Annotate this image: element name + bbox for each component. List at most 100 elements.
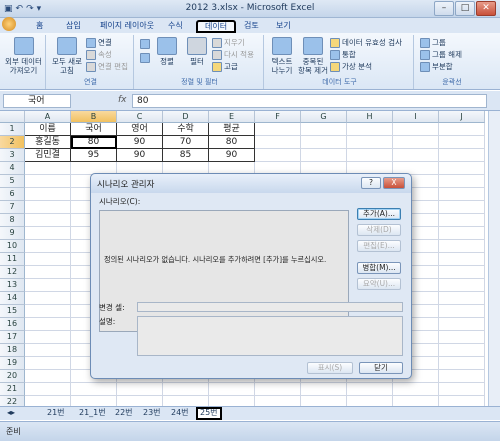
grid-cell[interactable] — [393, 136, 439, 149]
sheet-tab-21-1[interactable]: 21_1번 — [76, 407, 109, 420]
grid-cell[interactable] — [347, 123, 393, 136]
grid-cell[interactable] — [301, 383, 347, 396]
grid-cell[interactable] — [25, 162, 71, 175]
sort-desc-button[interactable] — [140, 53, 152, 63]
dialog-close-button[interactable]: X — [383, 177, 405, 189]
grid-cell[interactable] — [439, 318, 485, 331]
grid-cell[interactable] — [439, 305, 485, 318]
sheet-tab-23[interactable]: 23번 — [140, 407, 164, 420]
grid-cell[interactable] — [71, 396, 117, 406]
grid-cell[interactable] — [117, 396, 163, 406]
row-header[interactable]: 5 — [0, 175, 25, 188]
grid-cell[interactable]: 평균 — [209, 123, 255, 136]
grid-cell[interactable] — [439, 253, 485, 266]
column-header[interactable]: F — [255, 111, 301, 123]
row-header[interactable]: 11 — [0, 253, 25, 266]
grid-cell[interactable] — [393, 123, 439, 136]
grid-cell[interactable] — [25, 266, 71, 279]
grid-cell[interactable] — [71, 383, 117, 396]
grid-cell[interactable]: 국어 — [71, 123, 117, 136]
consolidate-button[interactable]: 통합 — [330, 50, 356, 60]
minimize-button[interactable]: – — [434, 1, 454, 16]
office-button[interactable] — [2, 17, 16, 31]
row-header[interactable]: 21 — [0, 383, 25, 396]
grid-cell[interactable] — [25, 240, 71, 253]
grid-cell[interactable] — [25, 318, 71, 331]
grid-cell[interactable] — [301, 149, 347, 162]
grid-cell[interactable] — [439, 214, 485, 227]
grid-cell[interactable] — [439, 383, 485, 396]
tab-home[interactable]: 홈 — [28, 20, 51, 33]
summary-scenario-button[interactable]: 요약(U)... — [357, 278, 401, 290]
row-header[interactable]: 9 — [0, 227, 25, 240]
sheet-tab-24[interactable]: 24번 — [168, 407, 192, 420]
grid-cell[interactable] — [25, 292, 71, 305]
subtotal-button[interactable]: 부분합 — [420, 62, 453, 72]
row-header[interactable]: 3 — [0, 149, 25, 162]
formula-input[interactable]: 80 — [132, 94, 487, 108]
grid-cell[interactable] — [25, 227, 71, 240]
sheet-tab-22[interactable]: 22번 — [112, 407, 136, 420]
grid-cell[interactable]: 80 — [209, 136, 255, 149]
redo-icon[interactable]: ↷ — [26, 4, 34, 14]
fx-icon[interactable]: fx — [118, 95, 127, 105]
column-header[interactable]: G — [301, 111, 347, 123]
scenarios-listbox[interactable]: 정의된 시나리오가 없습니다. 시나리오를 추가하려면 [추가]를 누르십시오. — [99, 210, 349, 332]
sheet-tab-21[interactable]: 21번 — [44, 407, 68, 420]
dialog-help-button[interactable]: ? — [361, 177, 381, 189]
grid-cell[interactable] — [25, 188, 71, 201]
close-window-button[interactable]: ✕ — [476, 1, 496, 16]
delete-scenario-button[interactable]: 삭제(D) — [357, 224, 401, 236]
grid-cell[interactable]: 70 — [163, 136, 209, 149]
edit-scenario-button[interactable]: 편집(E)... — [357, 240, 401, 252]
grid-cell[interactable] — [439, 240, 485, 253]
row-header[interactable]: 13 — [0, 279, 25, 292]
tab-review[interactable]: 검토 — [236, 20, 267, 33]
name-box[interactable]: 국어 — [3, 94, 71, 108]
dialog-close-action-button[interactable]: 닫기 — [359, 362, 403, 374]
grid-cell[interactable] — [439, 266, 485, 279]
grid-cell[interactable] — [439, 370, 485, 383]
grid-cell[interactable] — [439, 162, 485, 175]
grid-cell[interactable]: 90 — [117, 149, 163, 162]
ungroup-button[interactable]: 그룹 해제 — [420, 50, 462, 60]
column-header[interactable]: C — [117, 111, 163, 123]
grid-cell[interactable] — [25, 331, 71, 344]
grid-cell[interactable] — [439, 344, 485, 357]
grid-cell[interactable] — [393, 396, 439, 406]
tab-view[interactable]: 보기 — [268, 20, 299, 33]
grid-cell[interactable]: 김민결 — [25, 149, 71, 162]
advanced-button[interactable]: 고급 — [212, 62, 238, 72]
grid-cell[interactable] — [439, 175, 485, 188]
grid-cell[interactable]: 이름 — [25, 123, 71, 136]
edit-links-button[interactable]: 연결 편집 — [86, 62, 128, 72]
row-header[interactable]: 7 — [0, 201, 25, 214]
row-header[interactable]: 4 — [0, 162, 25, 175]
grid-cell[interactable] — [209, 383, 255, 396]
vertical-scrollbar[interactable] — [488, 111, 500, 406]
clear-button[interactable]: 지우기 — [212, 38, 245, 48]
grid-cell[interactable] — [439, 149, 485, 162]
grid-cell[interactable] — [25, 357, 71, 370]
add-scenario-button[interactable]: 추가(A)... — [357, 208, 401, 220]
column-header[interactable]: D — [163, 111, 209, 123]
grid-cell[interactable] — [25, 175, 71, 188]
grid-cell[interactable] — [25, 201, 71, 214]
grid-cell[interactable] — [439, 357, 485, 370]
tab-data[interactable]: 데이터 — [196, 20, 237, 33]
grid-cell[interactable] — [25, 344, 71, 357]
grid-cell[interactable] — [439, 279, 485, 292]
row-header[interactable]: 18 — [0, 344, 25, 357]
grid-cell[interactable] — [255, 396, 301, 406]
text-to-columns-button[interactable]: 텍스트 나누기 — [268, 57, 296, 75]
tab-page-layout[interactable]: 페이지 레이아웃 — [92, 20, 162, 33]
row-header[interactable]: 1 — [0, 123, 25, 136]
grid-cell[interactable] — [255, 136, 301, 149]
undo-icon[interactable]: ↶ — [16, 4, 24, 14]
merge-scenario-button[interactable]: 병합(M)... — [357, 262, 401, 274]
grid-cell[interactable] — [393, 149, 439, 162]
reapply-button[interactable]: 다시 적용 — [212, 50, 254, 60]
column-header[interactable]: E — [209, 111, 255, 123]
row-header[interactable]: 12 — [0, 266, 25, 279]
grid-cell[interactable] — [25, 370, 71, 383]
